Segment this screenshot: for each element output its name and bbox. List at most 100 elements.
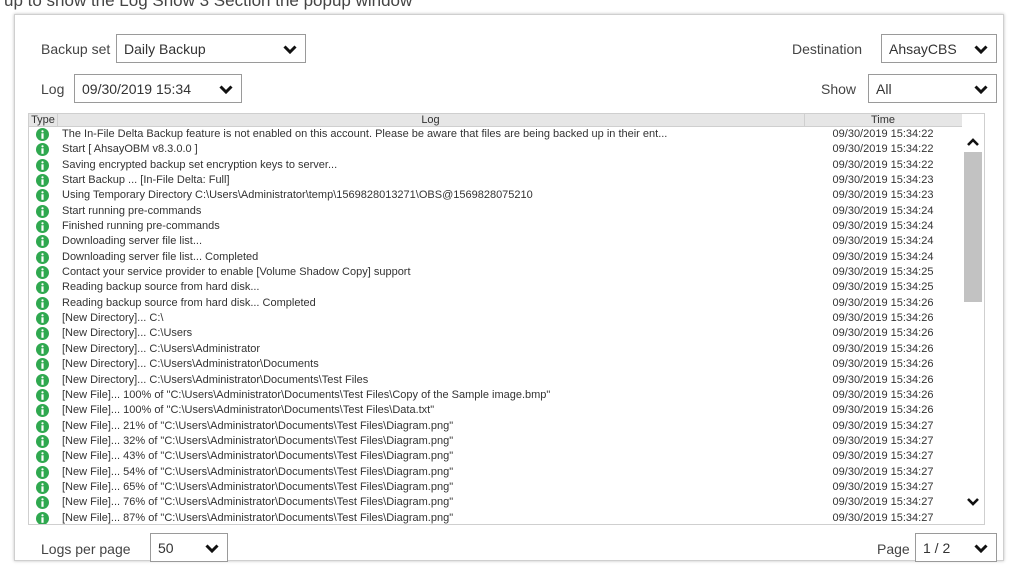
- log-time: 09/30/2019 15:34:26: [832, 373, 934, 386]
- table-row[interactable]: [New File]... 32% of "C:\Users\Administr…: [29, 434, 962, 449]
- info-icon: [36, 128, 49, 141]
- chevron-down-icon: [974, 45, 988, 54]
- log-time: 09/30/2019 15:34:22: [832, 128, 934, 140]
- log-time: 09/30/2019 15:34:24: [832, 235, 934, 248]
- destination-label: Destination: [792, 41, 863, 57]
- info-icon: [36, 342, 49, 356]
- logs-per-page-value: 50: [158, 540, 174, 556]
- log-message: Finished running pre-commands: [62, 220, 220, 233]
- chevron-down-icon: [283, 45, 297, 54]
- log-time: 09/30/2019 15:34:27: [832, 450, 934, 463]
- log-time: 09/30/2019 15:34:26: [832, 358, 934, 371]
- backup-set-label: Backup set: [41, 41, 111, 57]
- log-time: 09/30/2019 15:34:25: [832, 281, 934, 294]
- log-message: [New File]... 54% of "C:\Users\Administr…: [62, 465, 454, 478]
- table-row[interactable]: [New File]... 65% of "C:\Users\Administr…: [29, 480, 962, 495]
- table-row[interactable]: Saving encrypted backup set encryption k…: [29, 158, 962, 173]
- log-message: [New Directory]... C:\: [62, 312, 164, 325]
- info-icon: [36, 496, 49, 510]
- chevron-down-icon: [974, 85, 988, 94]
- backup-set-dropdown[interactable]: Daily Backup: [116, 34, 306, 63]
- backup-set-value: Daily Backup: [124, 41, 206, 57]
- log-message: [New File]... 87% of "C:\Users\Administr…: [62, 511, 454, 524]
- log-table-scrollbar[interactable]: [962, 114, 984, 524]
- table-row[interactable]: [New Directory]... C:\Users 09/30/2019 15…: [29, 326, 962, 341]
- info-icon: [36, 434, 49, 448]
- table-row[interactable]: [New File]... 87% of "C:\Users\Administr…: [29, 511, 962, 524]
- page-dropdown[interactable]: 1 / 2: [915, 533, 997, 562]
- column-header-log[interactable]: Log: [57, 114, 805, 126]
- column-header-time[interactable]: Time: [804, 114, 962, 126]
- table-row[interactable]: The In-File Delta Backup feature is not …: [29, 127, 962, 142]
- chevron-down-icon: [219, 85, 233, 94]
- table-row[interactable]: Downloading server file list... Complete…: [29, 250, 962, 265]
- table-row[interactable]: [New Directory]... C:\ 09/30/2019 15:34:2…: [29, 311, 962, 326]
- table-row[interactable]: [New Directory]... C:\Users\Administrato…: [29, 357, 962, 372]
- table-row[interactable]: Contact your service provider to enable …: [29, 265, 962, 280]
- logs-per-page-dropdown[interactable]: 50: [150, 533, 228, 562]
- top-caption-fragment: up to show the Log Show 3 Section the po…: [0, 0, 1012, 12]
- log-message: [New Directory]... C:\Users: [62, 327, 193, 340]
- log-time: 09/30/2019 15:34:27: [832, 480, 934, 493]
- chevron-down-icon: [205, 544, 219, 553]
- info-icon: [36, 250, 49, 264]
- log-time: 09/30/2019 15:34:26: [832, 342, 934, 355]
- log-time: 09/30/2019 15:34:26: [832, 312, 934, 325]
- info-icon: [36, 220, 49, 234]
- table-row[interactable]: Start Backup ... [In-File Delta: Full] 09…: [29, 173, 962, 188]
- info-icon: [36, 480, 49, 494]
- info-icon: [36, 266, 49, 280]
- log-message: [New Directory]... C:\Users\Administrato…: [62, 358, 319, 371]
- log-message: [New Directory]... C:\Users\Administrato…: [62, 342, 261, 355]
- log-message: [New File]... 100% of "C:\Users\Administ…: [62, 388, 551, 401]
- scroll-down-icon[interactable]: [967, 498, 979, 506]
- table-row[interactable]: Using Temporary Directory C:\Users\Admin…: [29, 188, 962, 203]
- show-filter-dropdown[interactable]: All: [868, 74, 997, 103]
- column-header-type[interactable]: Type: [29, 114, 58, 126]
- show-label: Show: [821, 81, 857, 97]
- logs-per-page-label: Logs per page: [41, 541, 131, 557]
- log-time: 09/30/2019 15:34:27: [832, 465, 934, 478]
- table-row[interactable]: [New Directory]... C:\Users\Administrato…: [29, 342, 962, 357]
- table-row[interactable]: [New File]... 54% of "C:\Users\Administr…: [29, 465, 962, 480]
- log-time: 09/30/2019 15:34:24: [832, 204, 934, 217]
- log-time: 09/30/2019 15:34:26: [832, 388, 934, 401]
- log-time: 09/30/2019 15:34:27: [832, 511, 934, 524]
- destination-value: AhsayCBS: [889, 41, 957, 57]
- table-row[interactable]: [New Directory]... C:\Users\Administrato…: [29, 373, 962, 388]
- log-time: 09/30/2019 15:34:26: [832, 327, 934, 340]
- log-message: Start Backup ... [In-File Delta: Full]: [62, 174, 230, 187]
- scrollbar-thumb[interactable]: [964, 152, 982, 302]
- log-message: [New File]... 65% of "C:\Users\Administr…: [62, 480, 454, 493]
- table-row[interactable]: [New File]... 21% of "C:\Users\Administr…: [29, 419, 962, 434]
- table-row[interactable]: [New File]... 100% of "C:\Users\Administ…: [29, 403, 962, 418]
- show-filter-value: All: [876, 81, 892, 97]
- log-table-body: The In-File Delta Backup feature is not …: [29, 127, 962, 524]
- info-icon: [36, 235, 49, 249]
- info-icon: [36, 189, 49, 203]
- table-row[interactable]: Reading backup source from hard disk... 0…: [29, 280, 962, 295]
- table-row[interactable]: [New File]... 100% of "C:\Users\Administ…: [29, 388, 962, 403]
- scroll-up-icon[interactable]: [967, 138, 979, 146]
- destination-dropdown[interactable]: AhsayCBS: [881, 34, 997, 63]
- log-time: 09/30/2019 15:34:22: [832, 158, 934, 171]
- log-message: [New File]... 76% of "C:\Users\Administr…: [62, 496, 454, 509]
- table-row[interactable]: [New File]... 76% of "C:\Users\Administr…: [29, 495, 962, 510]
- info-icon: [36, 465, 49, 479]
- chevron-down-icon: [974, 544, 988, 553]
- table-row[interactable]: Start running pre-commands 09/30/2019 15:…: [29, 204, 962, 219]
- info-icon: [36, 204, 49, 218]
- log-date-dropdown[interactable]: 09/30/2019 15:34: [74, 74, 242, 103]
- table-row[interactable]: Start [ AhsayOBM v8.3.0.0 ] 09/30/2019 15…: [29, 142, 962, 157]
- log-message: Reading backup source from hard disk...: [62, 281, 260, 294]
- log-time: 09/30/2019 15:34:27: [832, 496, 934, 509]
- table-row[interactable]: Reading backup source from hard disk... …: [29, 296, 962, 311]
- info-icon: [36, 143, 49, 157]
- table-row[interactable]: Downloading server file list... 09/30/201…: [29, 234, 962, 249]
- log-message: Reading backup source from hard disk... …: [62, 296, 316, 309]
- log-message: [New File]... 100% of "C:\Users\Administ…: [62, 404, 435, 417]
- table-row[interactable]: Finished running pre-commands 09/30/2019 …: [29, 219, 962, 234]
- log-date-value: 09/30/2019 15:34: [82, 81, 191, 97]
- info-icon: [36, 158, 49, 172]
- table-row[interactable]: [New File]... 43% of "C:\Users\Administr…: [29, 449, 962, 464]
